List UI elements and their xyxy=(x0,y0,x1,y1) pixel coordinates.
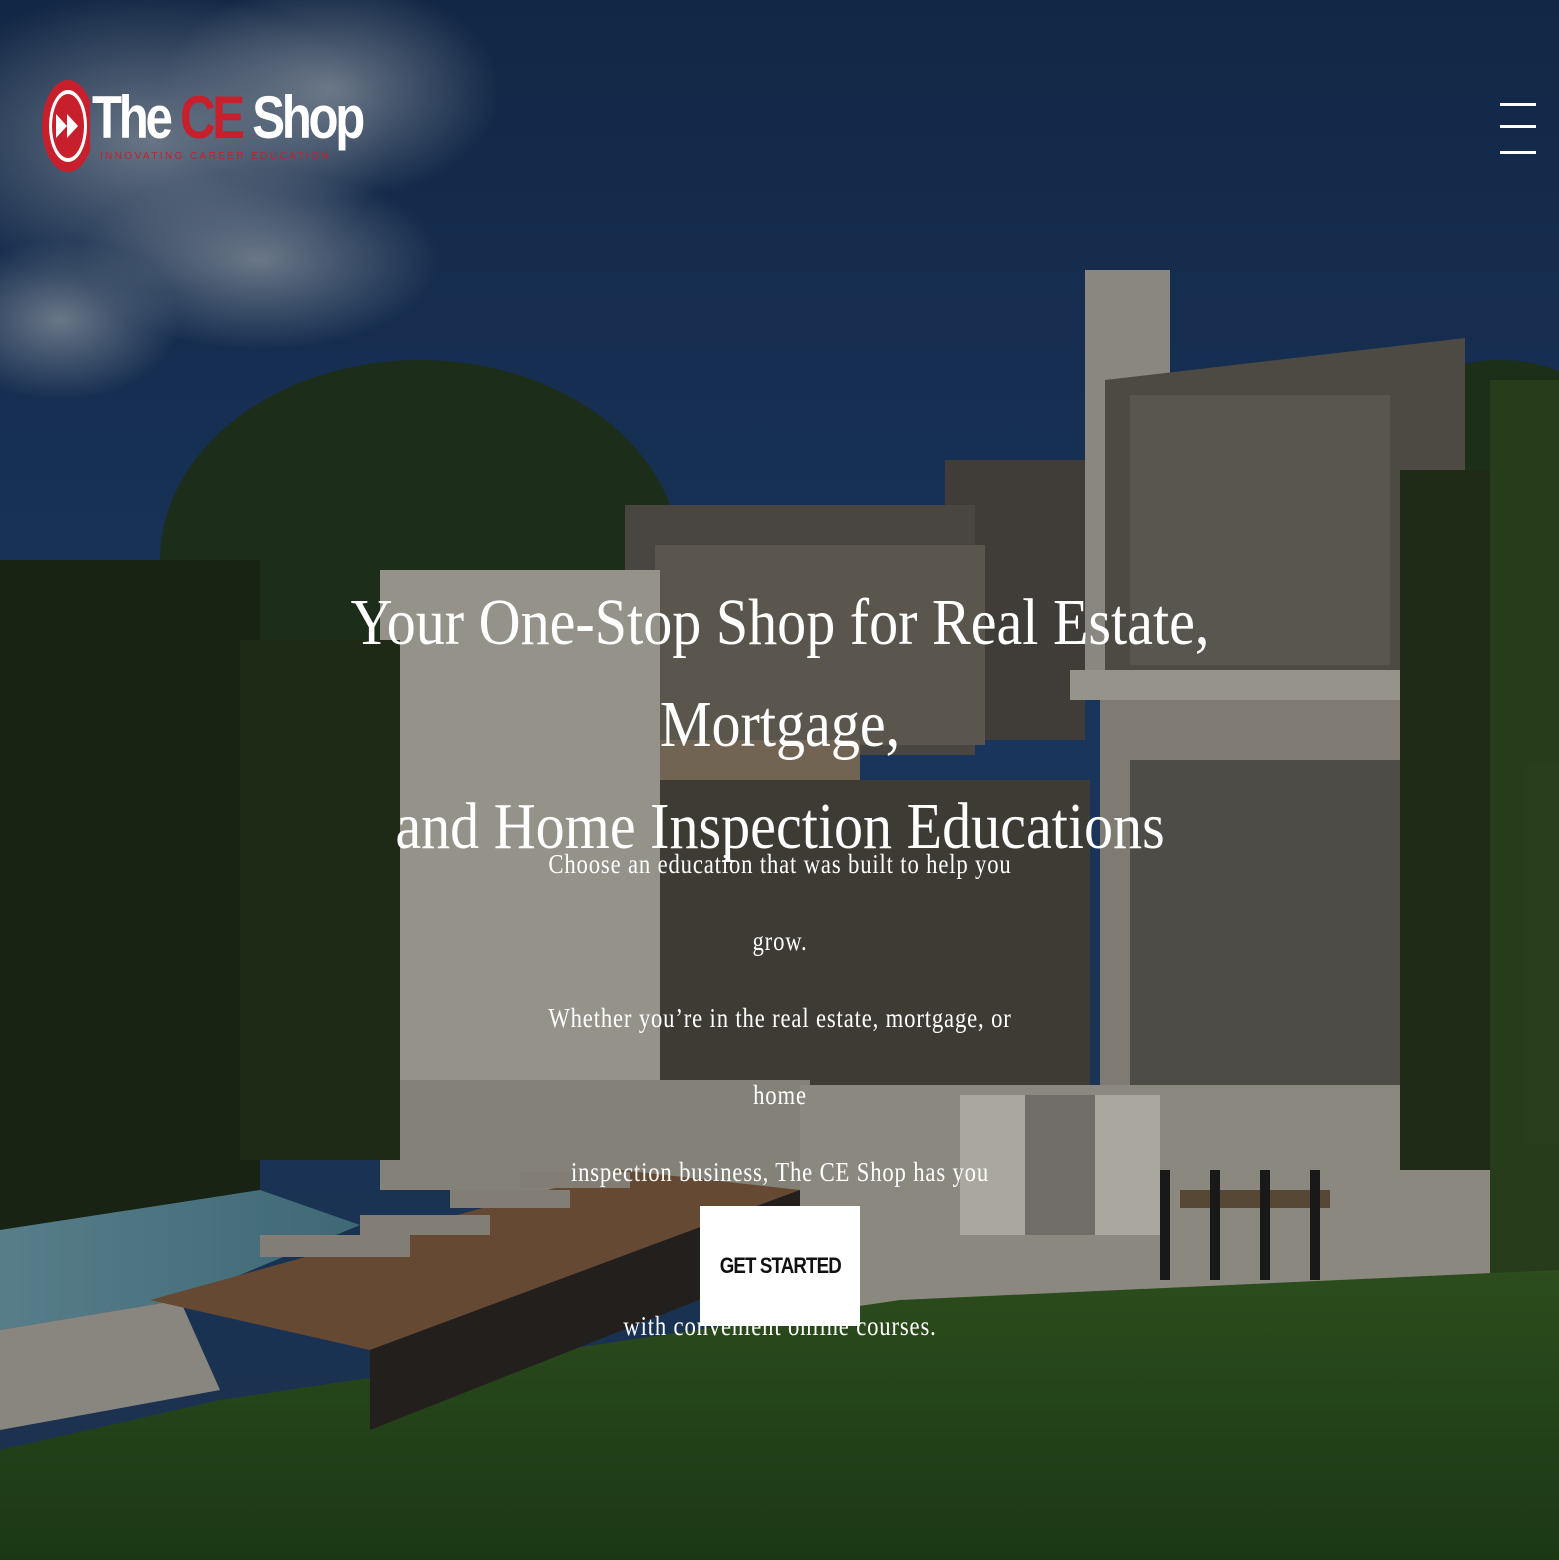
logo-tagline: INNOVATING CAREER EDUCATION xyxy=(100,151,331,162)
hero-section: The CE Shop INNOVATING CAREER EDUCATION … xyxy=(0,0,1559,1560)
logo-wordmark: The CE Shop xyxy=(92,80,365,156)
get-started-button[interactable]: GET STARTED xyxy=(700,1206,860,1326)
hamburger-menu-icon[interactable] xyxy=(1500,103,1538,155)
menu-line-top xyxy=(1500,103,1536,106)
logo-word-shop: Shop xyxy=(252,84,365,151)
logo-word-the: The xyxy=(92,84,173,151)
hero-headline-line1: Your One-Stop Shop for Real Estate, Mort… xyxy=(350,586,1210,761)
menu-line-middle xyxy=(1500,125,1536,128)
logo-word-ce: CE xyxy=(180,84,245,151)
hero-subtext-line2: Whether you’re in the real estate, mortg… xyxy=(548,1003,1012,1110)
menu-line-bottom xyxy=(1500,151,1536,154)
hero-subtext-line1: Choose an education that was built to he… xyxy=(548,849,1012,956)
logo[interactable]: The CE Shop INNOVATING CAREER EDUCATION xyxy=(40,78,365,178)
fast-forward-icon xyxy=(42,80,90,172)
get-started-label: GET STARTED xyxy=(719,1253,841,1278)
